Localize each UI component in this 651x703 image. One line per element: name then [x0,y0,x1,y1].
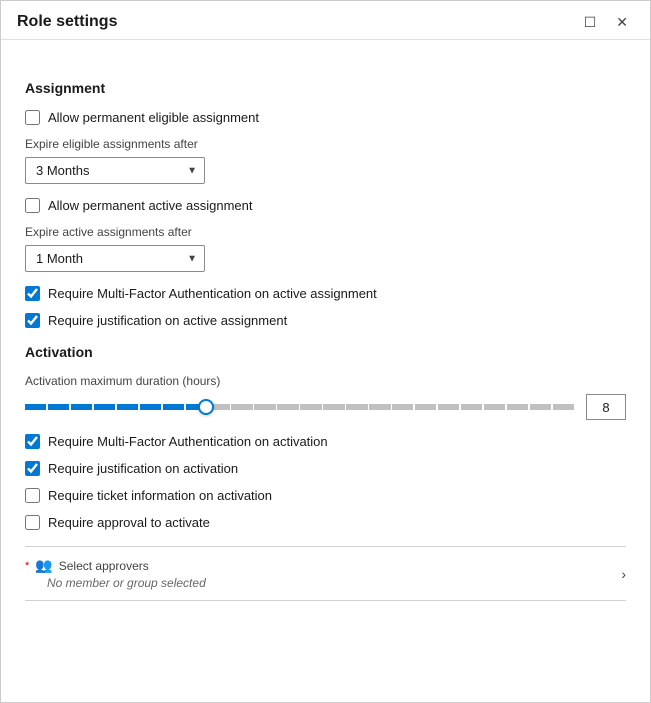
slider-row: 8 [25,394,626,420]
role-settings-dialog: Role settings ☐ ✕ Assignment Allow perma… [0,0,651,703]
require-justification-activation-row: Require justification on activation [25,461,626,476]
people-icon: 👥 [35,557,52,574]
require-justification-active-checkbox[interactable] [25,313,40,328]
require-justification-active-row: Require justification on active assignme… [25,313,626,328]
slider-segment [48,404,69,410]
slider-segment [530,404,551,410]
title-bar-controls: ☐ ✕ [578,13,634,31]
required-star: * [25,560,29,572]
slider-segment [25,404,46,410]
slider-segment [231,404,252,410]
slider-thumb[interactable] [198,399,214,415]
slider-segment [369,404,390,410]
slider-segment [300,404,321,410]
expire-active-select[interactable]: 1 Month 3 Months 6 Months 1 Year Never [25,245,205,272]
slider-segment [484,404,505,410]
allow-permanent-eligible-checkbox[interactable] [25,110,40,125]
approvers-sublabel: No member or group selected [25,576,206,590]
require-mfa-active-label[interactable]: Require Multi-Factor Authentication on a… [48,286,377,301]
require-mfa-active-checkbox[interactable] [25,286,40,301]
require-approval-row: Require approval to activate [25,515,626,530]
slider-segment [438,404,459,410]
approvers-select-label: Select approvers [59,559,149,573]
require-ticket-label[interactable]: Require ticket information on activation [48,488,272,503]
slider-segment [507,404,528,410]
slider-segment [392,404,413,410]
slider-segment [346,404,367,410]
require-mfa-activation-label[interactable]: Require Multi-Factor Authentication on a… [48,434,328,449]
track-visual [25,404,574,410]
dialog-title: Role settings [17,13,117,31]
duration-label: Activation maximum duration (hours) [25,374,626,388]
slider-segment [553,404,574,410]
slider-track[interactable] [25,397,574,417]
activation-section-title: Activation [25,344,626,360]
minimize-button[interactable]: ☐ [578,13,603,31]
expire-active-group: Expire active assignments after 1 Month … [25,225,626,272]
slider-segment [94,404,115,410]
allow-permanent-eligible-row: Allow permanent eligible assignment [25,110,626,125]
require-ticket-row: Require ticket information on activation [25,488,626,503]
allow-permanent-active-label[interactable]: Allow permanent active assignment [48,198,253,213]
allow-permanent-active-checkbox[interactable] [25,198,40,213]
expire-active-select-wrapper: 1 Month 3 Months 6 Months 1 Year Never ▼ [25,245,205,272]
title-bar: Role settings ☐ ✕ [1,1,650,40]
close-button[interactable]: ✕ [610,13,634,31]
slider-segment [461,404,482,410]
slider-segment [323,404,344,410]
slider-segment [415,404,436,410]
require-ticket-checkbox[interactable] [25,488,40,503]
approvers-chevron-icon[interactable]: › [621,566,626,582]
approvers-label-row: * 👥 Select approvers [25,557,206,574]
dialog-content: Assignment Allow permanent eligible assi… [1,40,650,702]
activation-section: Activation Activation maximum duration (… [25,344,626,601]
require-mfa-active-row: Require Multi-Factor Authentication on a… [25,286,626,301]
require-justification-activation-label[interactable]: Require justification on activation [48,461,238,476]
expire-active-label: Expire active assignments after [25,225,626,239]
slider-segment [254,404,275,410]
slider-segment [163,404,184,410]
expire-eligible-label: Expire eligible assignments after [25,137,626,151]
assignment-section: Assignment Allow permanent eligible assi… [25,80,626,328]
expire-eligible-select[interactable]: 3 Months 1 Month 6 Months 1 Year Never [25,157,205,184]
slider-segment [71,404,92,410]
slider-value-box: 8 [586,394,626,420]
duration-slider-container: Activation maximum duration (hours) 8 [25,374,626,420]
expire-eligible-group: Expire eligible assignments after 3 Mont… [25,137,626,184]
expire-eligible-select-wrapper: 3 Months 1 Month 6 Months 1 Year Never ▼ [25,157,205,184]
slider-segment [140,404,161,410]
assignment-section-title: Assignment [25,80,626,96]
slider-segment [277,404,298,410]
allow-permanent-eligible-label[interactable]: Allow permanent eligible assignment [48,110,259,125]
approvers-left: * 👥 Select approvers No member or group … [25,557,206,590]
allow-permanent-active-row: Allow permanent active assignment [25,198,626,213]
require-justification-activation-checkbox[interactable] [25,461,40,476]
require-mfa-activation-checkbox[interactable] [25,434,40,449]
require-justification-active-label[interactable]: Require justification on active assignme… [48,313,287,328]
approvers-row[interactable]: * 👥 Select approvers No member or group … [25,546,626,601]
require-approval-checkbox[interactable] [25,515,40,530]
require-approval-label[interactable]: Require approval to activate [48,515,210,530]
slider-segment [117,404,138,410]
require-mfa-activation-row: Require Multi-Factor Authentication on a… [25,434,626,449]
